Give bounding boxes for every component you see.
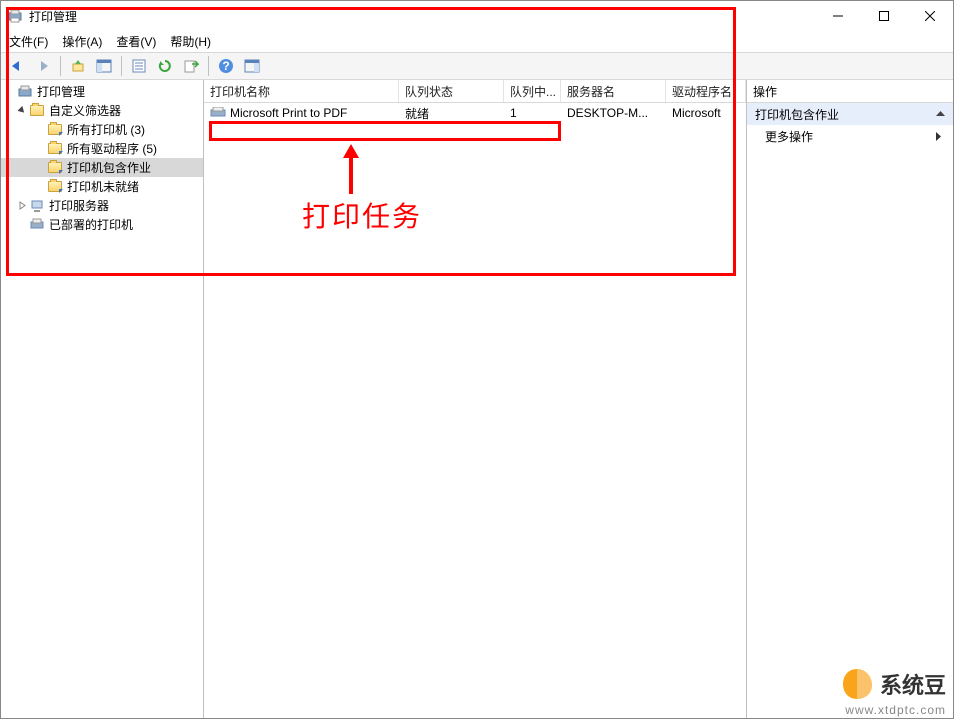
printer-icon (210, 107, 226, 119)
app-icon (7, 8, 23, 24)
filter-icon (47, 141, 63, 157)
close-button[interactable] (907, 1, 953, 31)
chevron-down-icon[interactable] (15, 106, 29, 115)
server-icon (29, 198, 45, 214)
tree-label: 打印管理 (37, 83, 85, 100)
tree-label: 打印机未就绪 (67, 178, 139, 195)
col-queue-status[interactable]: 队列状态 (399, 80, 504, 102)
chevron-right-icon[interactable] (15, 201, 29, 210)
col-printer-name[interactable]: 打印机名称 (204, 80, 399, 102)
cell-jobs: 1 (504, 106, 561, 120)
navigation-tree[interactable]: 打印管理 自定义筛选器 所有打印机 (3) 所有驱动程序 (5) 打印机包含作业 (1, 80, 204, 718)
tree-all-drivers[interactable]: 所有驱动程序 (5) (1, 139, 203, 158)
filter-icon (47, 179, 63, 195)
svg-text:?: ? (222, 59, 229, 73)
menu-file[interactable]: 文件(F) (9, 33, 48, 50)
list-header: 打印机名称 队列状态 队列中... 服务器名 驱动程序名 (204, 80, 746, 103)
tree-label: 已部署的打印机 (49, 216, 133, 233)
col-queue-jobs[interactable]: 队列中... (504, 80, 561, 102)
cell-printer-name: Microsoft Print to PDF (204, 106, 399, 120)
printer-icon (17, 84, 33, 100)
tree-printers-not-ready[interactable]: 打印机未就绪 (1, 177, 203, 196)
tree-custom-filters[interactable]: 自定义筛选器 (1, 101, 203, 120)
print-management-window: 打印管理 文件(F) 操作(A) 查看(V) 帮助(H) ? 打印管理 (0, 0, 954, 719)
tree-label: 所有驱动程序 (5) (67, 140, 157, 157)
chevron-right-icon (936, 132, 941, 141)
titlebar: 打印管理 (1, 1, 953, 31)
toolbar-divider (121, 56, 122, 76)
filter-icon (47, 122, 63, 138)
menu-action[interactable]: 操作(A) (62, 33, 102, 50)
tree-root-print-management[interactable]: 打印管理 (1, 82, 203, 101)
actions-pane: 操作 打印机包含作业 更多操作 (747, 80, 953, 718)
minimize-button[interactable] (815, 1, 861, 31)
toolbar-divider (208, 56, 209, 76)
cell-server: DESKTOP-M... (561, 106, 666, 120)
nav-forward-button[interactable] (31, 55, 55, 77)
show-hide-action-pane-button[interactable] (240, 55, 264, 77)
tree-deployed-printers[interactable]: 已部署的打印机 (1, 215, 203, 234)
actions-more-link[interactable]: 更多操作 (747, 125, 953, 147)
toolbar: ? (1, 52, 953, 80)
cell-driver: Microsoft (666, 106, 746, 120)
table-row[interactable]: Microsoft Print to PDF 就绪 1 DESKTOP-M...… (204, 103, 746, 123)
tree-all-printers[interactable]: 所有打印机 (3) (1, 120, 203, 139)
collapse-up-icon (936, 111, 945, 117)
printer-icon (29, 217, 45, 233)
actions-header: 操作 (747, 80, 953, 103)
tree-label: 打印服务器 (49, 197, 109, 214)
filter-icon (47, 160, 63, 176)
tree-label: 所有打印机 (3) (67, 121, 145, 138)
menu-view[interactable]: 查看(V) (116, 33, 156, 50)
show-hide-tree-button[interactable] (92, 55, 116, 77)
col-server[interactable]: 服务器名 (561, 80, 666, 102)
up-button[interactable] (66, 55, 90, 77)
maximize-button[interactable] (861, 1, 907, 31)
properties-button[interactable] (127, 55, 151, 77)
menu-help[interactable]: 帮助(H) (170, 33, 211, 50)
cell-status: 就绪 (399, 105, 504, 122)
col-driver[interactable]: 驱动程序名 (666, 80, 746, 102)
printer-list: 打印机名称 队列状态 队列中... 服务器名 驱动程序名 Microsoft P… (204, 80, 747, 718)
tree-label: 自定义筛选器 (49, 102, 121, 119)
help-button[interactable]: ? (214, 55, 238, 77)
folder-icon (29, 103, 45, 119)
toolbar-divider (60, 56, 61, 76)
actions-section-title[interactable]: 打印机包含作业 (747, 103, 953, 125)
window-title: 打印管理 (29, 8, 815, 25)
export-button[interactable] (179, 55, 203, 77)
nav-back-button[interactable] (5, 55, 29, 77)
tree-print-servers[interactable]: 打印服务器 (1, 196, 203, 215)
tree-label: 打印机包含作业 (67, 159, 151, 176)
tree-printers-with-jobs[interactable]: 打印机包含作业 (1, 158, 203, 177)
menubar: 文件(F) 操作(A) 查看(V) 帮助(H) (1, 31, 953, 52)
refresh-button[interactable] (153, 55, 177, 77)
